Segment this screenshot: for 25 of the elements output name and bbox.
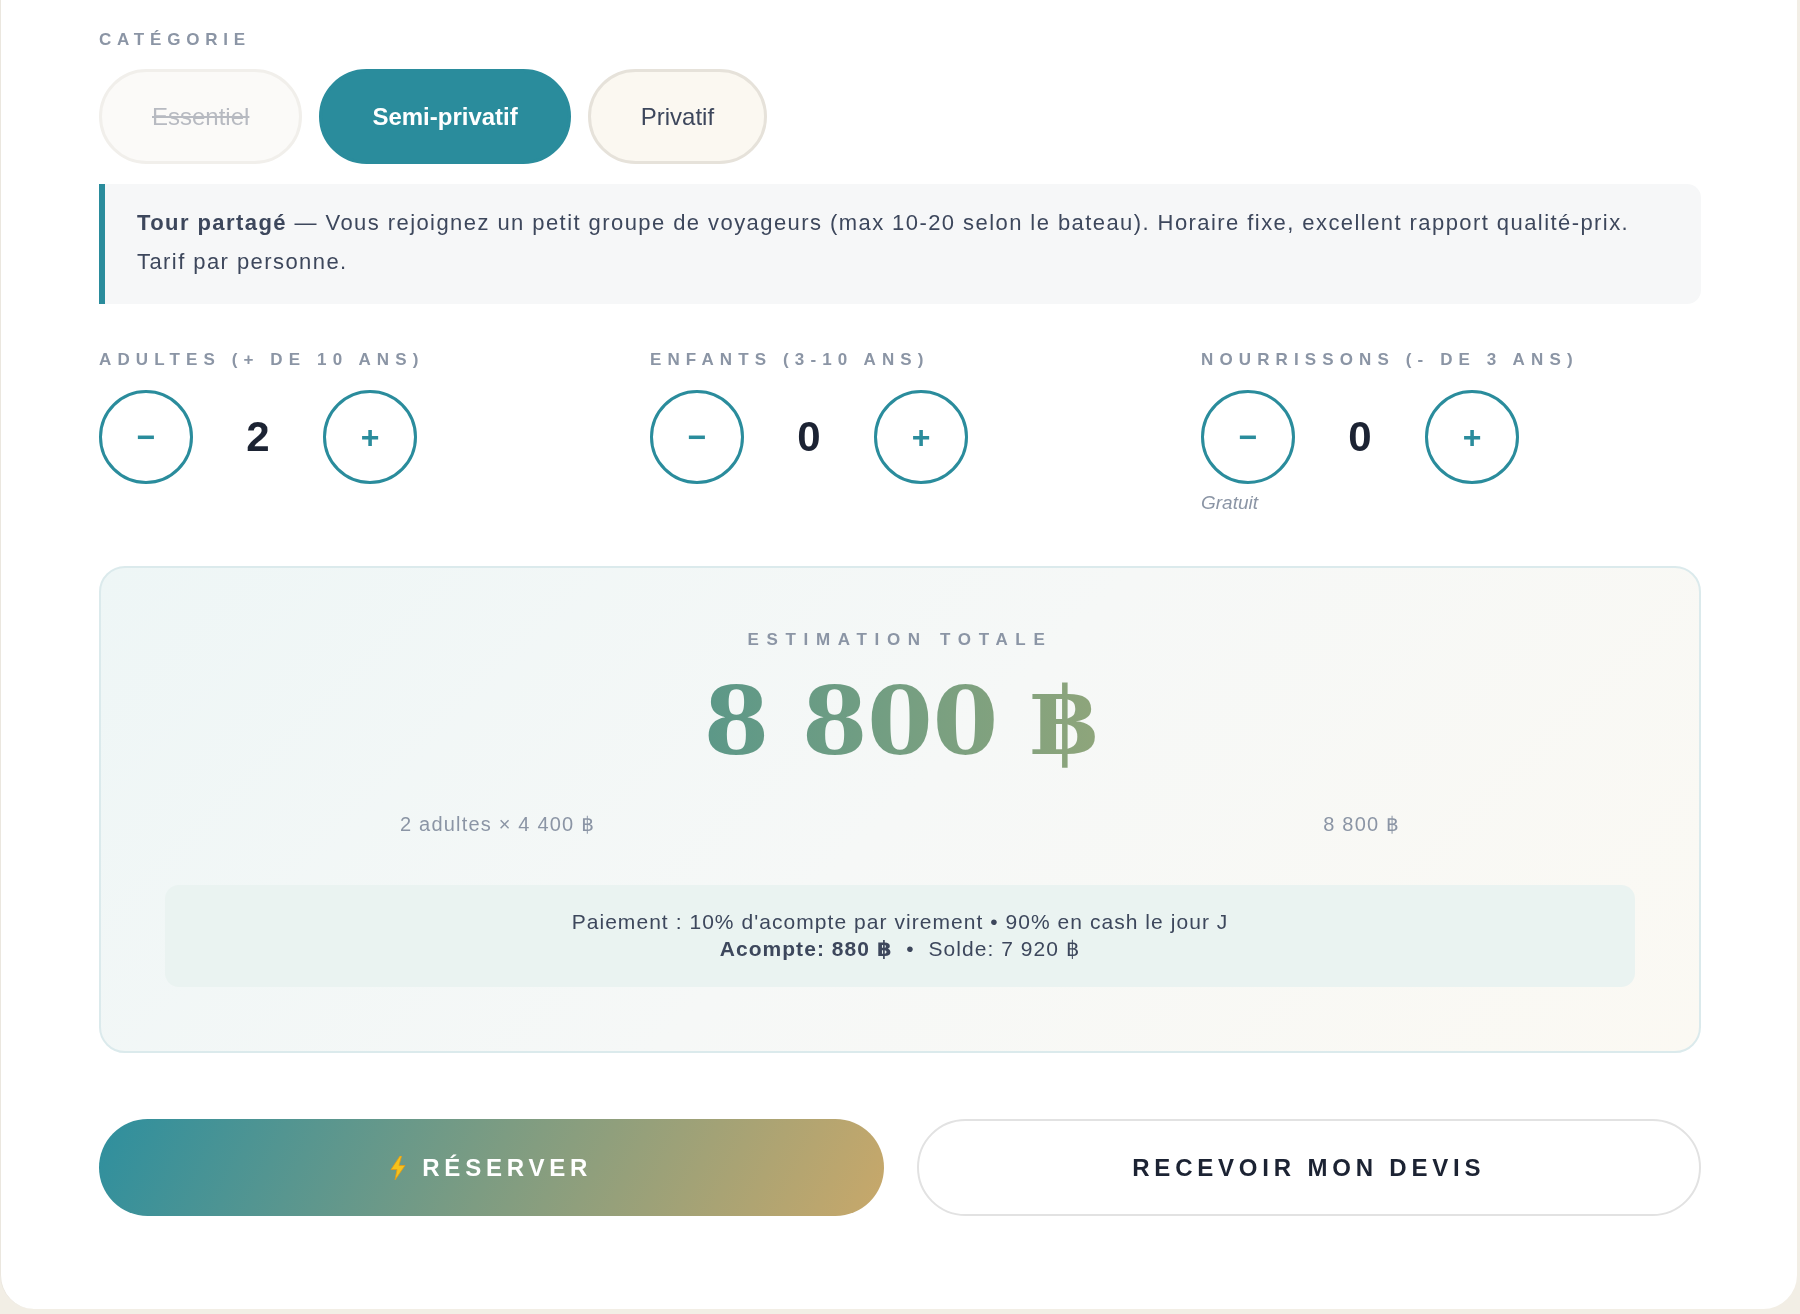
payment-terms: Paiement : 10% d'acompte par virement • 90% en cash le jour J xyxy=(571,909,1229,935)
counter-label: NOURRISSONS (- DE 3 ANS) xyxy=(1201,351,1579,369)
decrement-button[interactable]: − xyxy=(650,390,744,484)
book-button[interactable]: RÉSERVER xyxy=(99,1119,884,1216)
estimate-label: ESTIMATION TOTALE xyxy=(747,629,1053,651)
count-value: 0 xyxy=(796,413,822,461)
count-value: 2 xyxy=(245,413,271,461)
section-label: CATÉGORIE xyxy=(99,29,251,51)
description-text: Tour partagé — Vous rejoignez un petit groupe de voyageurs (max 10-20 selon le bateau). Horaire fixe, excellent rapport qualité-prix. Tarif par personne. xyxy=(137,209,1631,276)
price-note: Gratuit xyxy=(1201,492,1259,514)
increment-button[interactable]: + xyxy=(874,390,968,484)
quote-button[interactable]: RECEVOIR MON DEVIS xyxy=(916,1119,1701,1216)
decrement-button[interactable]: − xyxy=(1201,390,1295,484)
counter-label: ADULTES (+ DE 10 ANS) xyxy=(99,351,425,369)
counter-label: ENFANTS (3-10 ANS) xyxy=(650,351,930,369)
category-pill[interactable]: Privatif xyxy=(587,69,768,164)
line-description: 2 adultes × 4 400 ฿ xyxy=(400,812,596,836)
payment-split: Acompte: 880 ฿ • Solde: 7 920 ฿ xyxy=(719,936,1081,962)
line-amount: 8 800 ฿ xyxy=(1323,812,1400,836)
category-pill[interactable]: Semi-privatif xyxy=(319,69,571,164)
decrement-button[interactable]: − xyxy=(99,390,193,484)
lightning-icon xyxy=(390,1155,407,1180)
increment-button[interactable]: + xyxy=(323,390,417,484)
increment-button[interactable]: + xyxy=(1425,390,1519,484)
count-value: 0 xyxy=(1347,413,1373,461)
